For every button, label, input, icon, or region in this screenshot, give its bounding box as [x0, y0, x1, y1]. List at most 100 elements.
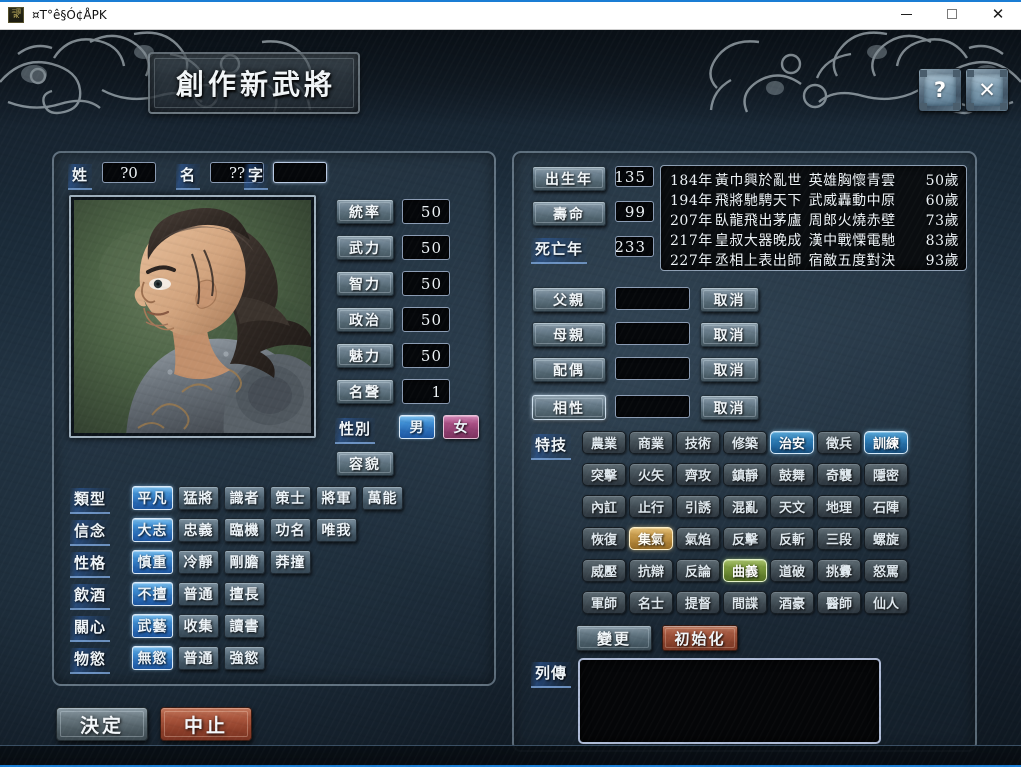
stat-value-0[interactable]: 50: [402, 199, 450, 224]
skill-名士[interactable]: 名士: [629, 591, 673, 614]
relation-button-affinity[interactable]: 相性: [532, 395, 606, 420]
stat-button-5[interactable]: 名聲: [336, 379, 394, 404]
skill-混亂[interactable]: 混亂: [723, 495, 767, 518]
minimize-button[interactable]: [883, 0, 929, 29]
help-button[interactable]: ?: [919, 69, 961, 111]
relation-value-mother[interactable]: [615, 322, 690, 345]
skill-鎮靜[interactable]: 鎮靜: [723, 463, 767, 486]
stat-button-1[interactable]: 武力: [336, 235, 394, 260]
skill-提督[interactable]: 提督: [676, 591, 720, 614]
skill-恢復[interactable]: 恢復: [582, 527, 626, 550]
skill-威壓[interactable]: 威壓: [582, 559, 626, 582]
trait-belief-option-3[interactable]: 功名: [270, 518, 311, 542]
skill-訓練[interactable]: 訓練: [864, 431, 908, 454]
window-close-button[interactable]: ✕: [975, 0, 1021, 29]
gender-option-female[interactable]: 女: [443, 415, 479, 439]
trait-type-option-5[interactable]: 萬能: [362, 486, 403, 510]
trait-personality-option-3[interactable]: 莽撞: [270, 550, 311, 574]
skills-change-button[interactable]: 變更: [576, 625, 652, 651]
skill-技術[interactable]: 技術: [676, 431, 720, 454]
trait-interest-option-1[interactable]: 收集: [178, 614, 219, 638]
surname-input[interactable]: ?0: [102, 162, 156, 183]
courtesy-name-input[interactable]: [273, 162, 327, 183]
trait-greed-option-1[interactable]: 普通: [178, 646, 219, 670]
relation-value-spouse[interactable]: [615, 357, 690, 380]
relation-cancel-affinity[interactable]: 取消: [700, 395, 759, 420]
birth-year-button[interactable]: 出生年: [532, 166, 606, 191]
trait-drinking-option-2[interactable]: 擅長: [224, 582, 265, 606]
relation-cancel-father[interactable]: 取消: [700, 287, 759, 312]
relation-button-mother[interactable]: 母親: [532, 322, 606, 347]
stat-button-4[interactable]: 魅力: [336, 343, 394, 368]
portrait-frame[interactable]: [69, 195, 316, 438]
stat-button-2[interactable]: 智力: [336, 271, 394, 296]
skill-鼓舞[interactable]: 鼓舞: [770, 463, 814, 486]
trait-greed-option-0[interactable]: 無慾: [132, 646, 173, 670]
trait-personality-option-1[interactable]: 冷靜: [178, 550, 219, 574]
skill-齊攻[interactable]: 齊攻: [676, 463, 720, 486]
skill-火矢[interactable]: 火矢: [629, 463, 673, 486]
trait-interest-option-0[interactable]: 武藝: [132, 614, 173, 638]
skill-螺旋[interactable]: 螺旋: [864, 527, 908, 550]
trait-personality-option-2[interactable]: 剛膽: [224, 550, 265, 574]
stat-value-3[interactable]: 50: [402, 307, 450, 332]
trait-interest-option-2[interactable]: 讀書: [224, 614, 265, 638]
skill-天文[interactable]: 天文: [770, 495, 814, 518]
trait-drinking-option-0[interactable]: 不擅: [132, 582, 173, 606]
skill-內訌[interactable]: 內訌: [582, 495, 626, 518]
skill-治安[interactable]: 治安: [770, 431, 814, 454]
trait-greed-option-2[interactable]: 強慾: [224, 646, 265, 670]
stat-button-0[interactable]: 統率: [336, 199, 394, 224]
skill-反論[interactable]: 反論: [676, 559, 720, 582]
skill-醫師[interactable]: 醫師: [817, 591, 861, 614]
skill-氣焰[interactable]: 氣焰: [676, 527, 720, 550]
skill-反斬[interactable]: 反斬: [770, 527, 814, 550]
skill-間諜[interactable]: 間諜: [723, 591, 767, 614]
skill-仙人[interactable]: 仙人: [864, 591, 908, 614]
skills-reset-button[interactable]: 初始化: [662, 625, 738, 651]
lifespan-value[interactable]: 99: [615, 201, 654, 222]
skill-挑釁[interactable]: 挑釁: [817, 559, 861, 582]
trait-belief-option-0[interactable]: 大志: [132, 518, 173, 542]
confirm-button[interactable]: 決定: [56, 707, 148, 741]
skill-徵兵[interactable]: 徵兵: [817, 431, 861, 454]
skill-隱密[interactable]: 隱密: [864, 463, 908, 486]
skill-反擊[interactable]: 反擊: [723, 527, 767, 550]
skill-突擊[interactable]: 突擊: [582, 463, 626, 486]
relation-value-affinity[interactable]: [615, 395, 690, 418]
skill-曲義[interactable]: 曲義: [723, 559, 767, 582]
skill-止行[interactable]: 止行: [629, 495, 673, 518]
relation-button-father[interactable]: 父親: [532, 287, 606, 312]
trait-personality-option-0[interactable]: 慎重: [132, 550, 173, 574]
skill-農業[interactable]: 農業: [582, 431, 626, 454]
trait-belief-option-1[interactable]: 忠義: [178, 518, 219, 542]
stat-value-1[interactable]: 50: [402, 235, 450, 260]
skill-奇襲[interactable]: 奇襲: [817, 463, 861, 486]
skill-商業[interactable]: 商業: [629, 431, 673, 454]
trait-type-option-4[interactable]: 將軍: [316, 486, 357, 510]
trait-belief-option-4[interactable]: 唯我: [316, 518, 357, 542]
skill-引誘[interactable]: 引誘: [676, 495, 720, 518]
screen-close-button[interactable]: ✕: [966, 69, 1008, 111]
skill-修築[interactable]: 修築: [723, 431, 767, 454]
skill-集氣[interactable]: 集氣: [629, 527, 673, 550]
trait-type-option-2[interactable]: 識者: [224, 486, 265, 510]
relation-cancel-mother[interactable]: 取消: [700, 322, 759, 347]
skill-酒豪[interactable]: 酒豪: [770, 591, 814, 614]
skill-三段[interactable]: 三段: [817, 527, 861, 550]
relation-value-father[interactable]: [615, 287, 690, 310]
relation-button-spouse[interactable]: 配偶: [532, 357, 606, 382]
cancel-button[interactable]: 中止: [160, 707, 252, 741]
birth-year-value[interactable]: 135: [615, 166, 654, 187]
trait-drinking-option-1[interactable]: 普通: [178, 582, 219, 606]
stat-value-4[interactable]: 50: [402, 343, 450, 368]
skill-軍師[interactable]: 軍師: [582, 591, 626, 614]
trait-type-option-0[interactable]: 平凡: [132, 486, 173, 510]
biography-textarea[interactable]: [578, 658, 881, 744]
skill-地理[interactable]: 地理: [817, 495, 861, 518]
gender-option-male[interactable]: 男: [399, 415, 435, 439]
stat-button-3[interactable]: 政治: [336, 307, 394, 332]
relation-cancel-spouse[interactable]: 取消: [700, 357, 759, 382]
lifespan-button[interactable]: 壽命: [532, 201, 606, 226]
skill-抗辯[interactable]: 抗辯: [629, 559, 673, 582]
